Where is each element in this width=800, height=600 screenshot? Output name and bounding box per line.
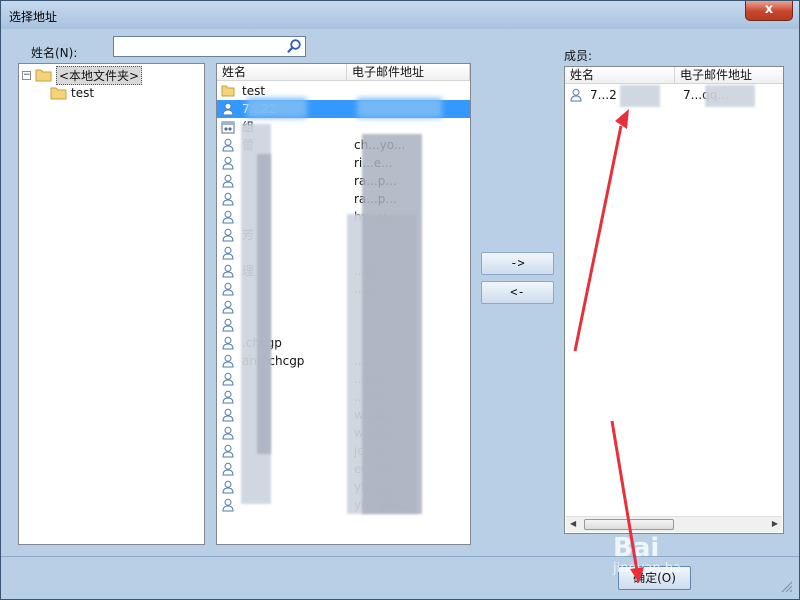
address-book-tree[interactable]: − <本地文件夹> test (18, 63, 205, 545)
watermark: Bai jingyan.ba (613, 533, 703, 585)
scrollbar-thumb[interactable] (584, 519, 674, 530)
privacy-blur (362, 134, 422, 514)
contact-icon (222, 498, 234, 512)
contact-icon (222, 282, 234, 296)
column-header-name[interactable]: 姓名 (565, 67, 675, 84)
privacy-blur (620, 85, 660, 107)
tree-item-local-folder[interactable]: − <本地文件夹> (22, 65, 143, 85)
folder-icon (35, 69, 52, 82)
contact-icon (222, 354, 234, 368)
contact-icon (222, 480, 234, 494)
title-bar[interactable]: 选择地址 x (1, 1, 799, 29)
contact-icon (222, 390, 234, 404)
contact-icon (222, 444, 234, 458)
name-search-label: 姓名(N): (31, 46, 78, 60)
members-list-header: 姓名 电子邮件地址 (565, 67, 783, 84)
column-header-email[interactable]: 电子邮件地址 (347, 64, 470, 81)
tree-item-label: test (71, 86, 95, 100)
contact-icon (570, 88, 582, 102)
group-icon (221, 121, 235, 134)
scroll-left-icon[interactable]: ◀ (570, 519, 576, 528)
resize-grip-icon[interactable] (779, 579, 793, 593)
privacy-blur (705, 85, 755, 107)
contact-icon (222, 156, 234, 170)
contact-icon (222, 192, 234, 206)
contact-icon (222, 300, 234, 314)
privacy-blur (247, 98, 307, 118)
contact-icon (222, 408, 234, 422)
name-search-box[interactable] (113, 36, 306, 57)
members-horizontal-scrollbar[interactable]: ◀ ▶ (566, 516, 782, 532)
close-button[interactable]: x (745, 1, 793, 21)
contact-icon (222, 462, 234, 476)
members-list[interactable]: 姓名 电子邮件地址 7...2 7...qq... ◀ ▶ (564, 66, 784, 534)
search-icon[interactable] (286, 38, 303, 55)
close-icon: x (764, 2, 774, 17)
contact-icon (222, 318, 234, 332)
window-title: 选择地址 (9, 10, 58, 24)
column-header-email[interactable]: 电子邮件地址 (675, 67, 783, 84)
column-header-name[interactable]: 姓名 (217, 64, 347, 81)
name-search-input[interactable] (116, 39, 284, 54)
select-address-dialog: 选择地址 x 姓名(N): − <本地文件夹> test 姓名 电子邮件地址 t… (0, 0, 800, 600)
scroll-right-icon[interactable]: ▶ (772, 519, 778, 528)
remove-member-button[interactable]: <- (481, 281, 554, 304)
tree-item-label: <本地文件夹> (56, 65, 143, 85)
contact-icon (222, 372, 234, 386)
contact-icon (222, 138, 234, 152)
privacy-blur (357, 98, 442, 118)
contact-icon (222, 174, 234, 188)
folder-icon (50, 87, 67, 100)
privacy-blur (257, 154, 271, 454)
contact-icon (222, 264, 234, 278)
contact-icon (222, 426, 234, 440)
add-member-button[interactable]: -> (481, 252, 554, 275)
contacts-list-header: 姓名 电子邮件地址 (217, 64, 470, 81)
collapse-toggle[interactable]: − (22, 70, 31, 80)
contact-icon (222, 102, 234, 116)
contact-icon (222, 228, 234, 242)
members-label: 成员: (564, 49, 593, 63)
tree-item-test[interactable]: test (50, 84, 94, 102)
folder-icon (221, 85, 235, 97)
watermark-url: jingyan.ba (613, 561, 681, 576)
contact-icon (222, 210, 234, 224)
contact-icon (222, 336, 234, 350)
contact-icon (222, 246, 234, 260)
contacts-list[interactable]: 姓名 电子邮件地址 test7...22组蕾ch...yo...ri...e..… (216, 63, 471, 545)
watermark-logo: Bai (613, 533, 660, 563)
